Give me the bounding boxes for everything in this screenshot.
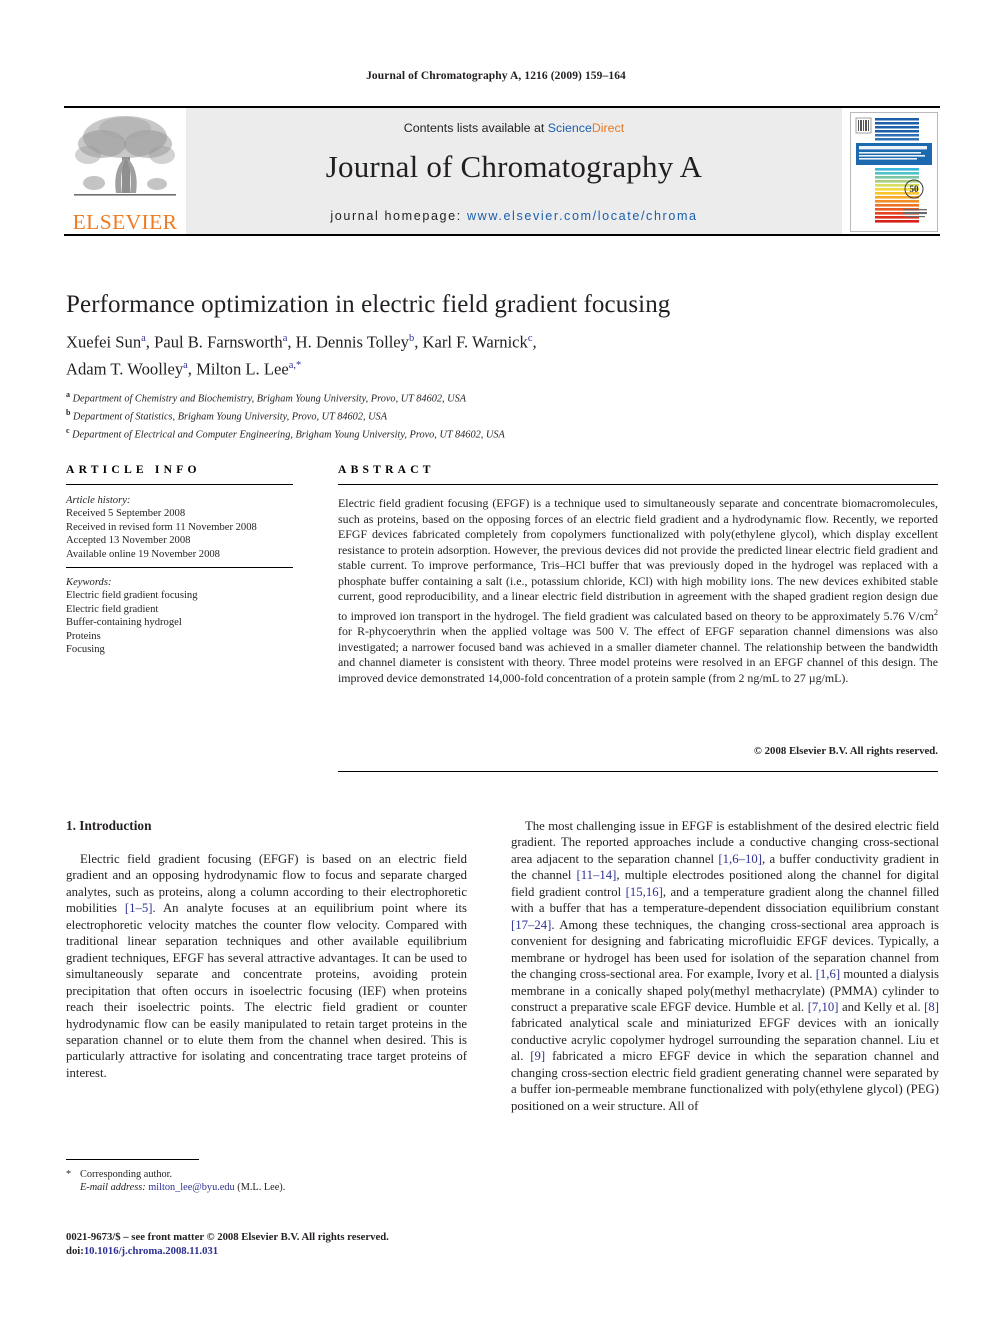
imprint-block: 0021-9673/$ – see front matter © 2008 El… [66,1230,486,1258]
citation-reference[interactable]: [7,10] [808,1000,839,1014]
sciencedirect-science[interactable]: Science [548,121,592,135]
keywords-block: Keywords: Electric field gradient focusi… [66,576,296,656]
abstract-top-rule [338,484,938,485]
affiliation-mark: c [66,426,70,436]
citation-reference[interactable]: [17–24] [511,918,551,932]
keyword-item: Electric field gradient focusing [66,590,198,602]
affiliation-item: a Department of Chemistry and Biochemist… [66,388,826,406]
paragraph: Electric field gradient focusing (EFGF) … [66,851,467,1081]
journal-title: Journal of Chromatography A [325,149,703,184]
citation-reference[interactable]: [8] [924,1000,939,1014]
email-suffix: (M.L. Lee). [234,1182,286,1194]
abstract-part-1: Electric field gradient focusing (EFGF) … [338,496,938,623]
affiliation-mark: a [66,390,70,399]
article-info-mid-rule [66,567,293,568]
corresponding-author-label: Corresponding author. [80,1169,173,1180]
abstract-copyright: © 2008 Elsevier B.V. All rights reserved… [753,745,938,757]
citation-reference[interactable]: [11–14] [577,868,617,882]
citation-reference[interactable]: [15,16] [626,885,663,899]
author-sep: , [532,332,537,352]
elsevier-tree-icon [74,116,176,196]
affiliation-text: Department of Statistics, Brigham Young … [73,411,387,423]
abstract-part-2: for R-phycoerythrin when the applied vol… [338,624,938,685]
affiliation-text: Department of Chemistry and Biochemistry… [72,393,467,405]
sciencedirect-direct[interactable]: Direct [592,121,624,135]
section-heading-introduction: 1. Introduction [66,818,152,833]
affiliation-item: b Department of Statistics, Brigham Youn… [66,406,826,424]
journal-cover-art-icon: 50 [851,113,937,231]
article-info-top-rule [66,484,293,485]
email-label: E-mail address: [80,1182,146,1194]
article-title: Performance optimization in electric fie… [66,291,671,318]
keyword-item: Proteins [66,630,101,642]
author-sep: , [287,332,296,352]
author-name: Milton L. Lee [196,359,289,379]
author-name: Paul B. Farnsworth [154,332,283,352]
body-column-right: The most challenging issue in EFGF is es… [511,818,939,1114]
paragraph-text: and Kelly et al. [838,999,925,1014]
author-name: H. Dennis Tolley [295,332,409,352]
citation-reference[interactable]: [1,6–10] [718,852,762,866]
keywords-label: Keywords: [66,577,112,588]
author-sep: , [187,359,197,379]
article-page: Journal of Chromatography A, 1216 (2009)… [0,0,992,1323]
homepage-url[interactable]: www.elsevier.com/locate/chroma [467,209,698,223]
citation-reference[interactable]: [1–5] [125,901,153,915]
elsevier-wordmark: ELSEVIER [72,209,178,234]
affiliation-list: a Department of Chemistry and Biochemist… [66,388,826,442]
asterisk-icon: * [66,1169,72,1180]
author-sep: , [145,332,155,352]
email-note: E-mail address: milton_lee@byu.edu (M.L.… [66,1181,467,1194]
keyword-item: Buffer-containing hydrogel [66,617,182,629]
contents-available-line: Contents lists available at ScienceDirec… [186,121,842,135]
paragraph: The most challenging issue in EFGF is es… [511,818,939,1114]
history-item: Received in revised form 11 November 200… [66,521,257,533]
svg-text:50: 50 [910,184,920,194]
citation-reference[interactable]: [1,6] [816,967,840,981]
paragraph-text: . An analyte focuses at an equilibrium p… [66,901,468,1080]
abstract-superscript: 2 [934,607,938,617]
corresponding-author-note: * Corresponding author. [66,1168,467,1181]
running-head: Journal of Chromatography A, 1216 (2009)… [366,70,626,82]
history-item: Accepted 13 November 2008 [66,535,191,547]
author-name: Adam T. Woolley [66,359,184,379]
paragraph-text: fabricated a micro EFGF device in which … [511,1049,939,1113]
keyword-item: Electric field gradient [66,603,159,615]
elsevier-logo: ELSEVIER [64,108,186,234]
article-info-heading: ARTICLE INFO [66,463,201,476]
journal-masthead: ELSEVIER Contents lists available at Sci… [64,106,940,236]
footnote-rule [66,1159,199,1160]
masthead-center-panel: Contents lists available at ScienceDirec… [186,108,842,234]
abstract-text: Electric field gradient focusing (EFGF) … [338,496,938,687]
contents-prefix: Contents lists available at [403,121,548,135]
keyword-item: Focusing [66,644,105,656]
history-item: Received 5 September 2008 [66,508,186,520]
author-sep: , [414,332,423,352]
doi-link[interactable]: 10.1016/j.chroma.2008.11.031 [84,1245,218,1257]
homepage-label: journal homepage: [330,209,467,223]
author-name: Karl F. Warnick [422,332,528,352]
affiliation-item: c Department of Electrical and Computer … [66,424,826,442]
issn-line: 0021-9673/$ – see front matter © 2008 El… [66,1231,389,1243]
journal-cover-thumbnail: 50 [842,108,940,234]
article-history-label: Article history: [66,495,131,506]
author-list: Xuefei Suna, Paul B. Farnswortha, H. Den… [66,327,766,380]
author-name: Xuefei Sun [66,332,142,352]
article-history: Article history: Received 5 September 20… [66,494,296,561]
abstract-heading: ABSTRACT [338,463,435,476]
email-link[interactable]: milton_lee@byu.edu [148,1182,234,1193]
doi-label: doi: [66,1245,84,1258]
affiliation-mark: b [66,408,71,418]
doi-line: doi:10.1016/j.chroma.2008.11.031 [66,1244,486,1258]
citation-reference[interactable]: [9] [530,1049,545,1063]
body-column-left: Electric field gradient focusing (EFGF) … [66,851,467,1081]
author-affil-mark: a,* [288,359,302,371]
footnote-block: * Corresponding author. E-mail address: m… [66,1168,467,1194]
abstract-bottom-rule [338,771,938,772]
history-item: Available online 19 November 2008 [66,548,220,560]
affiliation-text: Department of Electrical and Computer En… [72,429,505,441]
journal-homepage-line: journal homepage: www.elsevier.com/locat… [186,209,842,223]
